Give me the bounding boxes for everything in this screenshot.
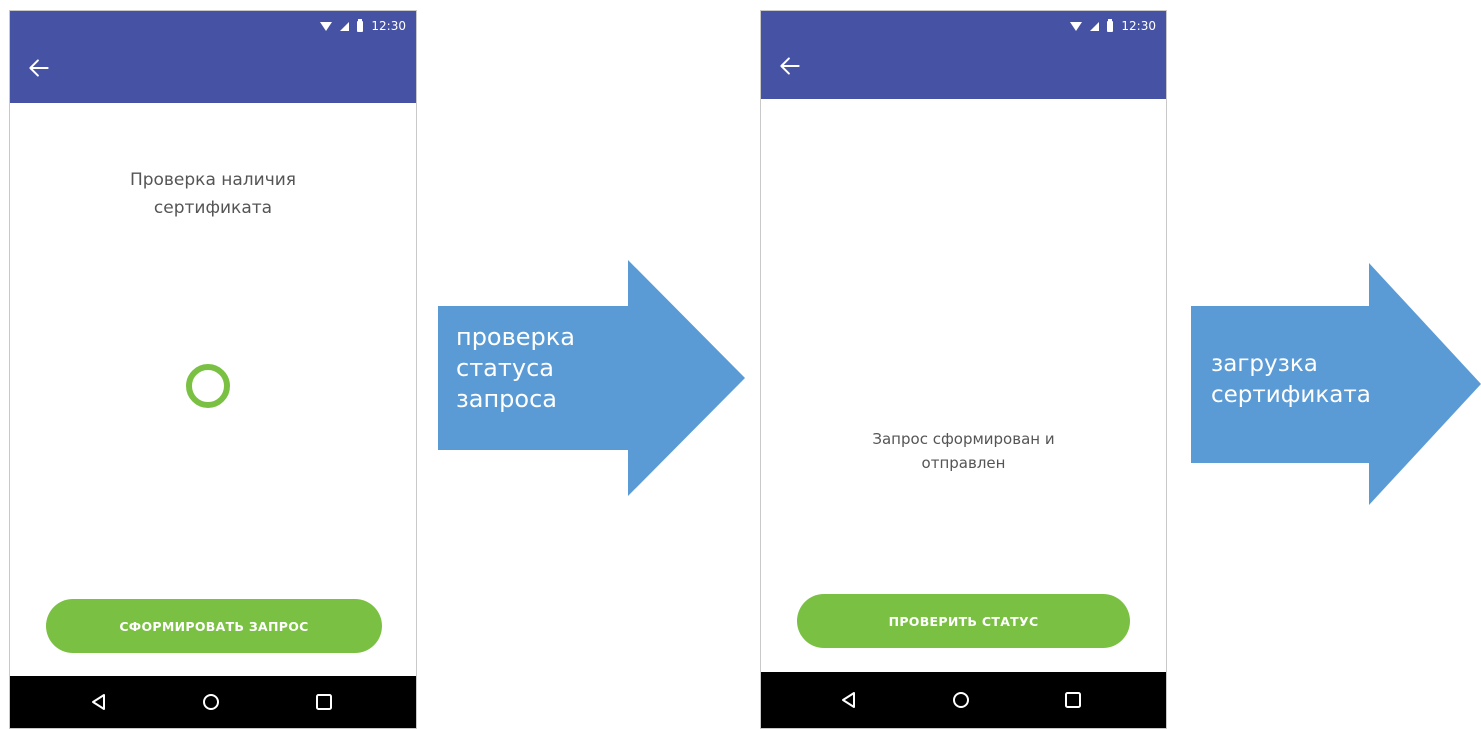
- flow-arrow-label-line: сертификата: [1211, 382, 1371, 408]
- loading-spinner-icon: [186, 364, 230, 408]
- status-message-line: отправлен: [921, 454, 1006, 472]
- flow-arrow-check-status: проверка статуса запроса: [438, 260, 745, 496]
- phone-screen-certificate-check: 12:30 Проверка наличия сертификата СФОРМ…: [9, 10, 417, 729]
- android-nav-bar: [761, 672, 1166, 728]
- phone-screen-request-sent: 12:30 Запрос сформирован и отправлен ПРО…: [760, 10, 1167, 729]
- screen-title: Проверка наличия сертификата: [10, 166, 416, 222]
- status-message: Запрос сформирован и отправлен: [761, 427, 1166, 475]
- nav-back-icon[interactable]: [840, 691, 858, 709]
- wifi-icon: [320, 21, 333, 31]
- nav-back-icon[interactable]: [90, 693, 108, 711]
- nav-home-icon[interactable]: [202, 693, 220, 711]
- status-time: 12:30: [1121, 19, 1156, 33]
- flow-arrow-label-line: запроса: [456, 385, 557, 413]
- flow-arrow-label-line: проверка: [456, 323, 575, 351]
- flow-arrow-label: загрузка сертификата: [1211, 349, 1371, 411]
- android-nav-bar: [10, 676, 416, 728]
- status-bar: 12:30: [320, 17, 406, 35]
- back-arrow-icon[interactable]: [777, 53, 803, 79]
- wifi-icon: [1070, 21, 1083, 31]
- nav-home-icon[interactable]: [952, 691, 970, 709]
- check-status-button[interactable]: ПРОВЕРИТЬ СТАТУС: [797, 594, 1130, 648]
- signal-icon: [1090, 21, 1100, 31]
- flow-arrow-label: проверка статуса запроса: [456, 322, 575, 415]
- screen-title-line: сертификата: [153, 198, 273, 218]
- flow-arrow-download-certificate: загрузка сертификата: [1191, 263, 1481, 505]
- battery-icon: [357, 18, 364, 32]
- flow-arrow-label-line: статуса: [456, 354, 554, 382]
- screen-title-line: Проверка наличия: [129, 170, 297, 190]
- nav-recents-icon[interactable]: [1064, 691, 1082, 709]
- status-time: 12:30: [371, 19, 406, 33]
- app-bar: 12:30: [761, 11, 1166, 99]
- flow-arrow-label-line: загрузка: [1211, 351, 1318, 377]
- back-arrow-icon[interactable]: [26, 55, 52, 81]
- status-message-line: Запрос сформирован и: [872, 430, 1055, 448]
- status-bar: 12:30: [1070, 17, 1156, 35]
- nav-recents-icon[interactable]: [315, 693, 333, 711]
- signal-icon: [340, 21, 350, 31]
- battery-icon: [1107, 18, 1114, 32]
- create-request-button[interactable]: СФОРМИРОВАТЬ ЗАПРОС: [46, 599, 382, 653]
- app-bar: 12:30: [10, 11, 416, 103]
